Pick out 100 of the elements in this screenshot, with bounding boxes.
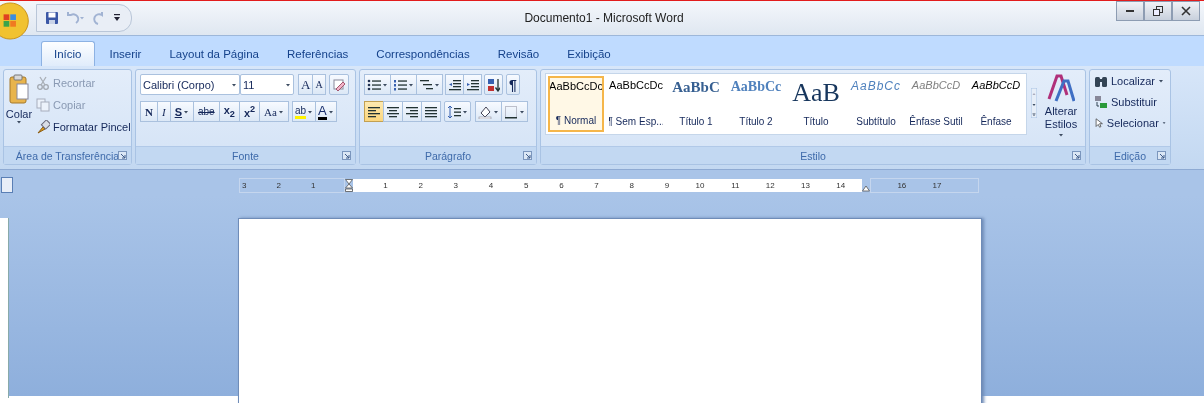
customize-icon[interactable]	[113, 13, 121, 23]
caret-icon	[16, 120, 22, 124]
bullets-button[interactable]	[364, 74, 391, 95]
indent-marker-icon[interactable]	[344, 178, 353, 192]
align-center-icon	[386, 104, 400, 119]
minimize-icon	[1126, 10, 1134, 12]
borders-button[interactable]	[501, 101, 528, 122]
style-item[interactable]: AaBbCcDc ¶ Normal	[548, 76, 604, 132]
align-right-icon	[405, 104, 419, 119]
clear-format-icon	[331, 77, 346, 92]
style-item[interactable]: AaBbCcD Ênfase Sutil	[908, 76, 964, 132]
copy-icon	[36, 98, 50, 112]
ribbon-tab[interactable]: Revisão	[484, 41, 553, 66]
align-justify-button[interactable]	[421, 101, 441, 122]
format-button[interactable]: x$^{2}$	[238, 101, 261, 122]
increase-indent-icon	[466, 77, 479, 92]
numbering-button[interactable]	[390, 74, 417, 95]
align-center-button[interactable]	[383, 101, 403, 122]
ribbon-tab[interactable]: Início	[41, 41, 95, 66]
ribbon-tab[interactable]: Referências	[274, 41, 362, 66]
caret-icon	[382, 82, 388, 87]
dialog-launcher-icon[interactable]	[523, 151, 532, 160]
paste-button[interactable]: Colar	[5, 108, 33, 124]
brush-icon	[36, 120, 50, 134]
style-item[interactable]: AaBbCcD Ênfase	[968, 76, 1024, 132]
office-button-icon[interactable]	[0, 2, 30, 40]
binoculars-icon	[1094, 74, 1108, 88]
font-size-field[interactable]: 11	[240, 74, 294, 95]
clear-format-button[interactable]	[328, 74, 349, 95]
style-item[interactable]: AaB Título	[788, 76, 844, 132]
group-title: Edição	[1113, 149, 1147, 162]
ribbon-tab[interactable]: Exibição	[554, 41, 624, 66]
numbering-icon	[393, 77, 407, 92]
editing-button[interactable]: Selecionar	[1094, 116, 1166, 130]
caret-icon	[327, 109, 334, 114]
tab-selector[interactable]	[1, 177, 13, 193]
highlight-button[interactable]: ab	[291, 101, 317, 122]
cursor-icon	[1094, 116, 1104, 130]
clipboard-icon[interactable]	[9, 74, 29, 106]
save-icon[interactable]	[45, 11, 59, 25]
shading-icon	[478, 104, 492, 119]
style-item[interactable]: AaBbCc Subtítulo	[848, 76, 904, 132]
group-title: Área de Transferência	[15, 149, 120, 162]
group-title: Fonte	[232, 149, 259, 162]
clipboard-button[interactable]: Formatar Pincel	[36, 120, 131, 134]
caret-icon	[231, 82, 237, 87]
dialog-launcher-icon[interactable]	[1072, 151, 1081, 160]
ribbon-tab[interactable]: Correspondências	[363, 41, 483, 66]
caret-icon	[462, 109, 468, 114]
editing-button[interactable]: Localizar	[1094, 74, 1166, 88]
multilevel-list-button[interactable]	[416, 74, 443, 95]
group-title: Estilo	[800, 149, 826, 162]
change-styles-button[interactable]: Alterar Estilos	[1041, 73, 1081, 146]
line-spacing-button[interactable]	[444, 101, 471, 122]
ribbon-tab[interactable]: Layout da Página	[156, 41, 272, 66]
shrink-font-button[interactable]: A	[312, 74, 326, 95]
minimize-button[interactable]	[1116, 1, 1144, 21]
letters-icon	[1047, 73, 1075, 103]
group-title: Parágrafo	[424, 149, 472, 162]
restore-button[interactable]	[1144, 1, 1172, 21]
multilevel-list-icon	[419, 77, 433, 92]
sort-icon	[487, 77, 500, 92]
show-marks-button[interactable]: ¶	[506, 74, 520, 95]
font-color-button[interactable]: A	[315, 101, 337, 122]
borders-icon	[504, 104, 518, 119]
replace-icon	[1094, 95, 1108, 109]
align-justify-icon	[424, 104, 438, 119]
font-name-field[interactable]: Calibri (Corpo)	[140, 74, 240, 95]
caret-icon	[285, 82, 291, 87]
style-item[interactable]: AaBbC Título 1	[668, 76, 724, 132]
dialog-launcher-icon[interactable]	[342, 151, 351, 160]
format-button[interactable]: abe	[192, 101, 220, 122]
bullets-icon	[367, 77, 381, 92]
format-button[interactable]: Aa	[259, 101, 289, 122]
caret-icon	[1058, 133, 1064, 137]
editing-button[interactable]: Substituir	[1094, 95, 1166, 109]
scissors-icon	[36, 76, 50, 90]
caret-icon	[408, 82, 414, 87]
format-button[interactable]: S	[169, 101, 194, 122]
align-right-button[interactable]	[402, 101, 422, 122]
align-left-button[interactable]	[364, 101, 384, 122]
format-button[interactable]: x$_{2}$	[218, 101, 240, 122]
dialog-launcher-icon[interactable]	[1157, 151, 1166, 160]
dialog-launcher-icon[interactable]	[118, 151, 127, 160]
ribbon-tab[interactable]: Inserir	[96, 41, 155, 66]
style-item[interactable]: AaBbCc Título 2	[728, 76, 784, 132]
ruler: 3 2 1 1 2 3 4 5 6 7 8 9 10 11 12 13 14 16 17	[239, 178, 979, 192]
format-button[interactable]: N	[140, 101, 158, 122]
line-spacing-icon	[447, 104, 461, 119]
window-title: Documento1 - Microsoft Word	[523, 11, 685, 25]
caret-icon	[493, 109, 499, 114]
increase-indent-button[interactable]	[463, 74, 482, 95]
sort-button[interactable]	[484, 74, 503, 95]
align-left-icon	[367, 104, 381, 119]
close-button[interactable]	[1172, 1, 1200, 21]
caret-icon	[519, 109, 525, 114]
caret-icon	[307, 109, 314, 114]
caret-icon	[434, 82, 440, 87]
restore-icon	[1153, 6, 1163, 16]
shading-button[interactable]	[475, 101, 502, 122]
